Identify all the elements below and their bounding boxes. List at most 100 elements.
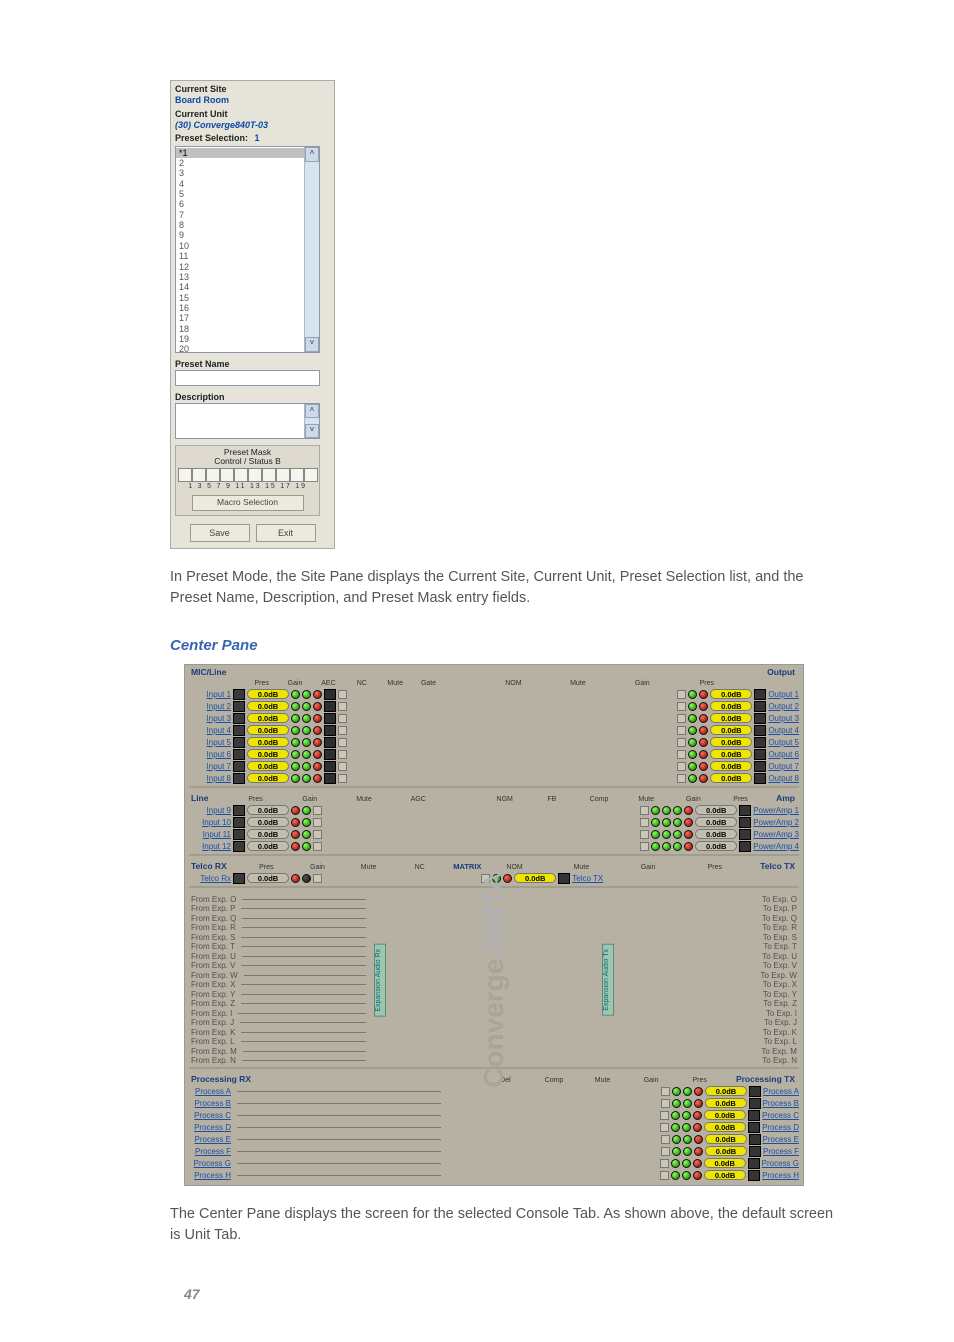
list-item[interactable]: 9 <box>176 230 319 240</box>
exp-label[interactable]: From Exp. V <box>191 961 235 970</box>
output-row[interactable]: 0.0dB Output 6 <box>481 748 799 760</box>
pres-icon[interactable] <box>754 701 766 712</box>
from-exp-row[interactable]: From Exp. I <box>189 1008 374 1018</box>
mute-led[interactable] <box>313 750 322 759</box>
aec-led[interactable] <box>291 690 300 699</box>
mute-led[interactable] <box>699 690 708 699</box>
matrix-label[interactable]: MATRIX <box>453 862 473 871</box>
channel-label[interactable]: PowerAmp 1 <box>753 806 799 815</box>
gain-value[interactable]: 0.0dB <box>247 773 289 783</box>
del-led[interactable] <box>672 1135 681 1144</box>
comp-led[interactable] <box>682 1123 691 1132</box>
gain-value[interactable]: 0.0dB <box>514 873 556 883</box>
del-led[interactable] <box>671 1171 680 1180</box>
channel-label[interactable]: Process F <box>189 1147 231 1156</box>
input-row[interactable]: Input 6 0.0dB <box>189 748 445 760</box>
channel-label[interactable]: PowerAmp 2 <box>753 818 799 827</box>
gain-value[interactable]: 0.0dB <box>710 773 752 783</box>
from-exp-row[interactable]: From Exp. M <box>189 1046 374 1056</box>
list-item[interactable]: 15 <box>176 293 319 303</box>
from-exp-row[interactable]: From Exp. N <box>189 1056 374 1066</box>
channel-label[interactable]: Output 5 <box>768 738 799 747</box>
mute-led[interactable] <box>699 738 708 747</box>
output-row[interactable]: 0.0dB Output 2 <box>481 700 799 712</box>
mute-led[interactable] <box>313 702 322 711</box>
gain-value[interactable]: 0.0dB <box>704 1170 746 1180</box>
telco-rx-row[interactable]: Telco Rx 0.0dB <box>189 872 445 884</box>
pres-icon[interactable] <box>233 725 245 736</box>
channel-label[interactable]: Output 6 <box>768 750 799 759</box>
channel-label[interactable]: Input 8 <box>189 774 231 783</box>
gain-value[interactable]: 0.0dB <box>247 761 289 771</box>
aec-led[interactable] <box>291 726 300 735</box>
list-item[interactable]: 19 <box>176 334 319 344</box>
mute-led[interactable] <box>313 714 322 723</box>
line-row[interactable]: Input 10 0.0dB <box>189 816 445 828</box>
gain-value[interactable]: 0.0dB <box>704 1110 746 1120</box>
gain-value[interactable]: 0.0dB <box>710 689 752 699</box>
to-exp-row[interactable]: To Exp. V <box>749 961 799 971</box>
gain-value[interactable]: 0.0dB <box>710 701 752 711</box>
fb-led[interactable] <box>662 818 671 827</box>
list-item[interactable]: 11 <box>176 251 319 261</box>
from-exp-row[interactable]: From Exp. R <box>189 923 374 933</box>
poweramp-row[interactable]: 0.0dB PowerAmp 2 <box>481 816 799 828</box>
mute-led[interactable] <box>313 774 322 783</box>
gain-value[interactable]: 0.0dB <box>710 761 752 771</box>
comp-led[interactable] <box>682 1159 691 1168</box>
nc-led[interactable] <box>302 738 311 747</box>
gate-icon[interactable] <box>324 689 336 700</box>
list-item[interactable]: 3 <box>176 168 319 178</box>
pres-icon[interactable] <box>749 1086 761 1097</box>
to-exp-row[interactable]: To Exp. Z <box>749 999 799 1009</box>
agc-led[interactable] <box>302 818 311 827</box>
channel-label[interactable]: Input 9 <box>189 806 231 815</box>
fb-led[interactable] <box>662 830 671 839</box>
gain-value[interactable]: 0.0dB <box>704 1122 746 1132</box>
gain-value[interactable]: 0.0dB <box>247 829 289 839</box>
exp-label[interactable]: To Exp. X <box>763 980 797 989</box>
to-exp-row[interactable]: To Exp. O <box>748 894 799 904</box>
input-row[interactable]: Input 2 0.0dB <box>189 700 445 712</box>
pres-icon[interactable] <box>233 761 245 772</box>
list-item[interactable]: 13 <box>176 272 319 282</box>
pres-icon[interactable] <box>749 1146 761 1157</box>
channel-label[interactable]: Process E <box>763 1135 799 1144</box>
to-exp-row[interactable]: To Exp. P <box>749 904 799 914</box>
channel-label[interactable]: Process F <box>763 1147 799 1156</box>
channel-label[interactable]: Process D <box>762 1123 799 1132</box>
mute-led[interactable] <box>693 1171 702 1180</box>
exp-label[interactable]: From Exp. N <box>191 1056 236 1065</box>
pres-icon[interactable] <box>754 773 766 784</box>
mute-led[interactable] <box>694 1147 703 1156</box>
gate-icon[interactable] <box>324 761 336 772</box>
from-exp-row[interactable]: From Exp. L <box>189 1037 374 1047</box>
input-row[interactable]: Input 4 0.0dB <box>189 724 445 736</box>
channel-label[interactable]: Input 7 <box>189 762 231 771</box>
gain-value[interactable]: 0.0dB <box>247 701 289 711</box>
gate-icon[interactable] <box>324 713 336 724</box>
to-exp-row[interactable]: To Exp. Q <box>748 913 799 923</box>
from-exp-row[interactable]: From Exp. S <box>189 932 374 942</box>
exp-label[interactable]: From Exp. Q <box>191 914 236 923</box>
ngm-led[interactable] <box>651 818 660 827</box>
process-rx-row[interactable]: Process G <box>189 1157 445 1169</box>
input-row[interactable]: Input 8 0.0dB <box>189 772 445 784</box>
process-rx-row[interactable]: Process F <box>189 1145 445 1157</box>
exp-label[interactable]: To Exp. P <box>763 904 797 913</box>
pres-icon[interactable] <box>233 749 245 760</box>
nc-led[interactable] <box>302 774 311 783</box>
preset-name-input[interactable] <box>175 370 320 386</box>
exp-label[interactable]: From Exp. T <box>191 942 235 951</box>
gate-icon[interactable] <box>324 773 336 784</box>
save-button[interactable]: Save <box>190 524 250 542</box>
process-tx-row[interactable]: 0.0dB Process E <box>481 1133 799 1145</box>
process-rx-row[interactable]: Process A <box>189 1085 445 1097</box>
nom-led[interactable] <box>688 714 697 723</box>
exp-label[interactable]: To Exp. N <box>762 1056 797 1065</box>
nc-led[interactable] <box>302 690 311 699</box>
gain-value[interactable]: 0.0dB <box>247 689 289 699</box>
pres-icon[interactable] <box>754 689 766 700</box>
process-tx-row[interactable]: 0.0dB Process H <box>481 1169 799 1181</box>
macro-selection-button[interactable]: Macro Selection <box>192 495 304 511</box>
